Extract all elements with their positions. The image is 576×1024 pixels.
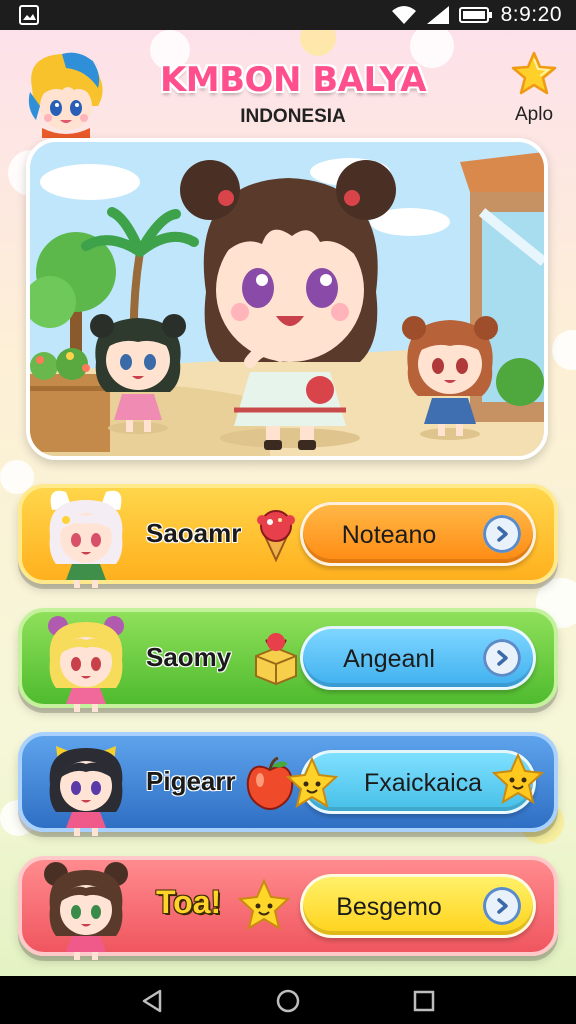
button-label: Besgemo — [336, 893, 442, 921]
avatar[interactable] — [22, 48, 108, 138]
menu-card-4[interactable]: Toa! Besgemo — [18, 856, 558, 960]
angeanl-button[interactable]: Angeanl — [300, 626, 536, 690]
recents-icon[interactable] — [410, 987, 438, 1015]
signal-icon — [426, 6, 449, 24]
back-icon[interactable] — [138, 987, 166, 1015]
character-avatar — [49, 490, 123, 588]
star-icon — [511, 51, 557, 95]
character-avatar — [49, 746, 123, 836]
hero-illustration — [30, 142, 544, 456]
ice-cream-icon — [257, 510, 295, 562]
arrow-right-icon — [483, 639, 521, 677]
menu-label: Saoamr — [146, 518, 242, 548]
app-screen: KMBON BALYA INDONESIA Aplo Saoamr Notean… — [0, 30, 576, 976]
gift-box-icon — [255, 633, 297, 686]
gallery-icon — [19, 5, 39, 25]
arrow-right-icon — [483, 887, 521, 925]
menu-label: Pigearr — [146, 766, 236, 796]
app-subtitle: INDONESIA — [240, 106, 346, 127]
navigation-bar — [0, 976, 576, 1024]
menu-label: Toa! — [156, 884, 222, 920]
character-avatar — [44, 862, 128, 960]
menu-card-3[interactable]: Pigearr Fxaickaica — [18, 732, 558, 836]
home-icon[interactable] — [274, 987, 302, 1015]
noteano-button[interactable]: Noteano — [300, 502, 536, 566]
star-icon — [491, 752, 545, 805]
menu-label: Saomy — [146, 642, 232, 672]
menu-card-2[interactable]: Saomy Angeanl — [18, 608, 558, 712]
battery-icon — [458, 7, 492, 23]
wifi-icon — [391, 6, 416, 24]
hero-banner[interactable] — [26, 138, 548, 460]
menu-card-1[interactable]: Saoamr Noteano — [18, 484, 558, 588]
character-avatar — [48, 616, 124, 712]
button-label: Noteano — [341, 521, 437, 549]
star-icon — [237, 878, 291, 931]
app-button-label: Aplo — [514, 104, 554, 125]
besgemo-button[interactable]: Besgemo — [300, 874, 536, 938]
app-button[interactable]: Aplo — [502, 50, 566, 150]
app-title: KMBON BALYA — [159, 60, 427, 100]
clock: 8:9:20 — [500, 3, 562, 26]
arrow-right-icon — [483, 515, 521, 553]
button-label: Angeanl — [343, 645, 435, 673]
status-bar: 8:9:20 — [0, 0, 576, 30]
